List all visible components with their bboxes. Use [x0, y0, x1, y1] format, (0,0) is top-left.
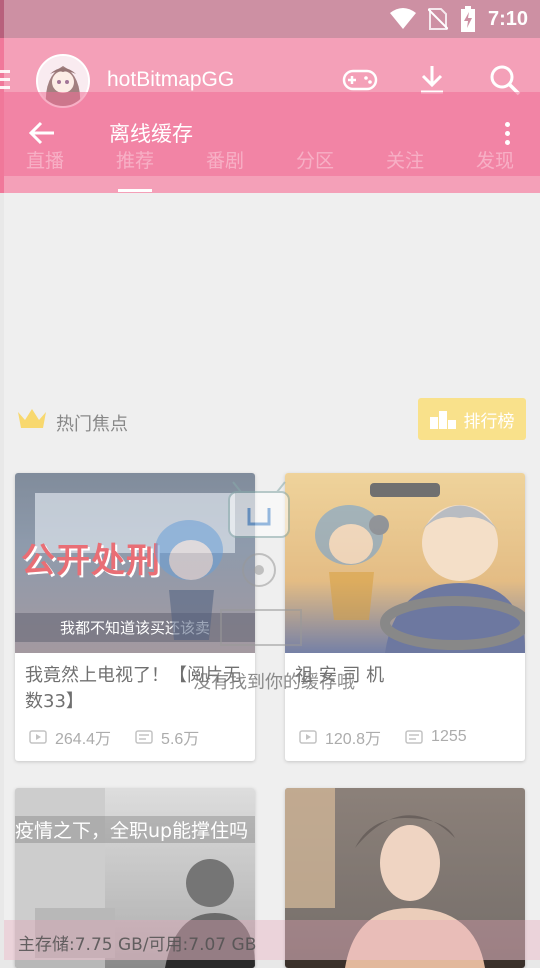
offline-title: 离线缓存: [109, 122, 193, 146]
offline-toolbar: 离线缓存: [4, 92, 540, 176]
empty-state-message: 没有找到你的缓存哦: [193, 672, 355, 693]
more-options-icon[interactable]: [505, 122, 510, 149]
empty-state-illustration: [155, 481, 389, 646]
offline-cache-screen: 离线缓存 没有找到你的缓存哦 主存储:7.75 GB/可用:7.07 GB: [4, 0, 540, 960]
back-arrow-icon[interactable]: [28, 120, 56, 146]
storage-info: 主存储:7.75 GB/可用:7.07 GB: [18, 935, 257, 955]
storage-bar: 主存储:7.75 GB/可用:7.07 GB: [4, 920, 540, 960]
